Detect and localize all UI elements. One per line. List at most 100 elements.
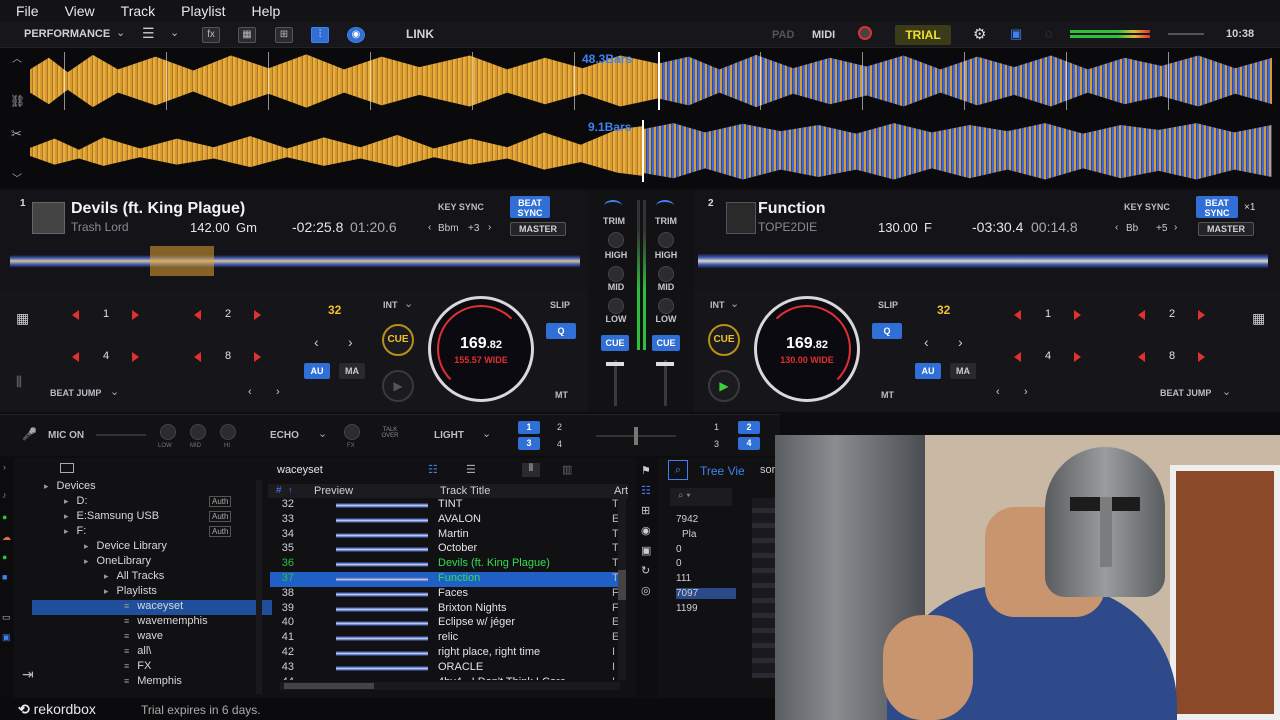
midi-button[interactable]: MIDI bbox=[812, 29, 835, 41]
fx-panel-icon[interactable]: fx bbox=[202, 27, 220, 43]
record-icon[interactable]: ◉ bbox=[641, 524, 651, 537]
chevron-down-icon[interactable]: ⌄ bbox=[404, 297, 413, 310]
scissors-icon[interactable]: ✂ bbox=[11, 126, 22, 142]
menu-track[interactable]: Track bbox=[105, 3, 165, 19]
volume-slider[interactable] bbox=[1168, 33, 1204, 35]
chevron-down-icon[interactable]: ⌄ bbox=[482, 427, 491, 440]
deck1-overview-waveform[interactable] bbox=[10, 246, 580, 276]
sampler-icon[interactable]: ▦ bbox=[238, 27, 256, 43]
crossfader-handle[interactable] bbox=[634, 427, 638, 445]
search-icon[interactable]: ⌕ bbox=[668, 460, 688, 480]
mic-eq-low-knob[interactable] bbox=[160, 424, 176, 440]
key-sync-button[interactable]: KEY SYNC bbox=[438, 202, 484, 212]
pad-button[interactable]: PAD bbox=[772, 29, 794, 41]
tree-item[interactable]: ▸ Devices bbox=[44, 480, 272, 495]
count-item[interactable]: 1199 bbox=[676, 603, 736, 614]
menu-help[interactable]: Help bbox=[236, 3, 291, 19]
broadcast-icon[interactable]: ◌ bbox=[1045, 26, 1053, 41]
table-row[interactable]: 43 ORACLE I bbox=[270, 661, 620, 676]
table-row[interactable]: 34 Martin T bbox=[270, 528, 620, 543]
beat-jump-label[interactable]: BEAT JUMP bbox=[50, 388, 101, 398]
grid-icon[interactable]: ⊞ bbox=[641, 504, 650, 517]
hot-cue-pad-4[interactable]: 4 bbox=[990, 338, 1108, 378]
eq-mid-knob[interactable] bbox=[608, 266, 624, 282]
time-remaining[interactable]: -03:30.4 bbox=[972, 219, 1023, 235]
chevron-up-icon[interactable]: ︿ bbox=[12, 50, 22, 65]
loop-double[interactable]: › bbox=[348, 334, 353, 350]
sort-up-icon[interactable]: ↑ bbox=[288, 485, 293, 495]
chevron-down-icon[interactable]: ⌄ bbox=[170, 26, 179, 39]
chevron-down-icon[interactable]: ﹀ bbox=[12, 170, 22, 185]
master-button[interactable]: MASTER bbox=[1198, 222, 1254, 236]
pad-mode-icon[interactable]: ▦ bbox=[16, 310, 29, 327]
beat-jump-back[interactable]: ‹ bbox=[996, 386, 1000, 398]
channel-fader[interactable] bbox=[664, 360, 667, 406]
preview-waveform[interactable] bbox=[336, 663, 428, 673]
time-remaining[interactable]: -02:25.8 bbox=[292, 219, 343, 235]
table-row[interactable]: 42 right place, right time I bbox=[270, 646, 620, 661]
split-view-icon[interactable]: ▥ bbox=[562, 463, 572, 476]
hot-cue-pad-2[interactable]: 2 bbox=[170, 296, 288, 336]
record-icon[interactable] bbox=[858, 26, 872, 40]
deck2-zoomed-waveform[interactable]: 9.1Bars bbox=[30, 120, 1272, 182]
headphone-cue-button[interactable]: CUE bbox=[652, 335, 680, 351]
talk-over-button[interactable]: TALK OVER bbox=[378, 427, 402, 439]
table-row[interactable]: 35 October T bbox=[270, 542, 620, 557]
preview-waveform[interactable] bbox=[336, 604, 428, 614]
fx-assign-1[interactable]: 1 bbox=[714, 422, 719, 432]
int-button[interactable]: INT bbox=[710, 300, 725, 310]
chevron-down-icon[interactable]: ⌄ bbox=[1222, 385, 1231, 398]
cue-button[interactable]: CUE bbox=[382, 324, 414, 356]
trial-message[interactable]: Trial expires in 6 days. bbox=[141, 703, 261, 717]
loop-halve[interactable]: ‹ bbox=[314, 334, 319, 350]
preview-waveform[interactable] bbox=[336, 589, 428, 599]
mixer-icon[interactable]: ⫶ bbox=[311, 27, 329, 43]
preview-waveform[interactable] bbox=[336, 575, 428, 584]
eq-high-knob[interactable] bbox=[658, 232, 674, 248]
preview-waveform[interactable] bbox=[336, 649, 428, 658]
jog-wheel[interactable]: 169.82 130.00 WIDE bbox=[754, 296, 860, 402]
int-button[interactable]: INT bbox=[383, 300, 398, 310]
fx-assign-2[interactable]: 2 bbox=[738, 421, 760, 434]
key-shift-down[interactable]: ‹ bbox=[1115, 222, 1118, 233]
mic-fx-select[interactable]: ECHO bbox=[270, 430, 299, 441]
deck1-zoomed-waveform[interactable]: 48.3Bars bbox=[30, 52, 1272, 110]
mic-eq-hi-knob[interactable] bbox=[220, 424, 236, 440]
table-row[interactable]: 44 4by4 - I Don't Think I Care I bbox=[270, 676, 620, 680]
hot-cue-pad-2[interactable]: 2 bbox=[1114, 296, 1232, 336]
key-sync-button[interactable]: KEY SYNC bbox=[1124, 202, 1170, 212]
loop-halve[interactable]: ‹ bbox=[924, 334, 929, 350]
beat-jump-forward[interactable]: › bbox=[276, 386, 280, 398]
browse-view-icon[interactable] bbox=[60, 463, 74, 473]
table-row[interactable]: 32 TINT T bbox=[270, 498, 620, 513]
fx-assign-3[interactable]: 3 bbox=[714, 439, 719, 449]
quantize-button[interactable]: Q bbox=[872, 323, 902, 339]
slip-button[interactable]: SLIP bbox=[878, 300, 898, 310]
headphone-cue-button[interactable]: CUE bbox=[601, 335, 629, 351]
fx-assign-1[interactable]: 1 bbox=[518, 421, 540, 434]
hot-cue-pad-1[interactable]: 1 bbox=[990, 296, 1108, 336]
jog-wheel[interactable]: 169.82 155.57 WIDE bbox=[428, 296, 534, 402]
column-preview[interactable]: Preview bbox=[314, 485, 353, 497]
microphone-icon[interactable]: 🎤 bbox=[22, 427, 37, 441]
manual-loop-button[interactable]: MA bbox=[339, 363, 365, 379]
table-row[interactable]: 33 AVALON E bbox=[270, 513, 620, 528]
table-row[interactable]: 41 relic E bbox=[270, 631, 620, 646]
cue-button[interactable]: CUE bbox=[708, 324, 740, 356]
column-artist[interactable]: Art bbox=[614, 485, 628, 497]
quantize-button[interactable]: Q bbox=[546, 323, 576, 339]
deck2-overview-waveform[interactable] bbox=[698, 246, 1268, 276]
master-tempo-button[interactable]: MT bbox=[555, 390, 568, 400]
column-num[interactable]: # bbox=[276, 485, 282, 496]
expand-icon[interactable]: › bbox=[3, 462, 6, 472]
fx-assign-4[interactable]: 4 bbox=[557, 439, 562, 449]
lighting-select[interactable]: LIGHT bbox=[434, 430, 464, 441]
hot-cue-pad-8[interactable]: 8 bbox=[170, 338, 288, 378]
count-item[interactable]: 7942 bbox=[676, 514, 736, 525]
channel-fader[interactable] bbox=[614, 360, 617, 406]
slip-button[interactable]: SLIP bbox=[550, 300, 570, 310]
count-item[interactable]: 111 bbox=[676, 573, 736, 584]
loop-length[interactable]: 32 bbox=[937, 303, 950, 317]
trim-knob[interactable] bbox=[604, 200, 622, 212]
gear-icon[interactable]: ⚙ bbox=[973, 25, 986, 43]
